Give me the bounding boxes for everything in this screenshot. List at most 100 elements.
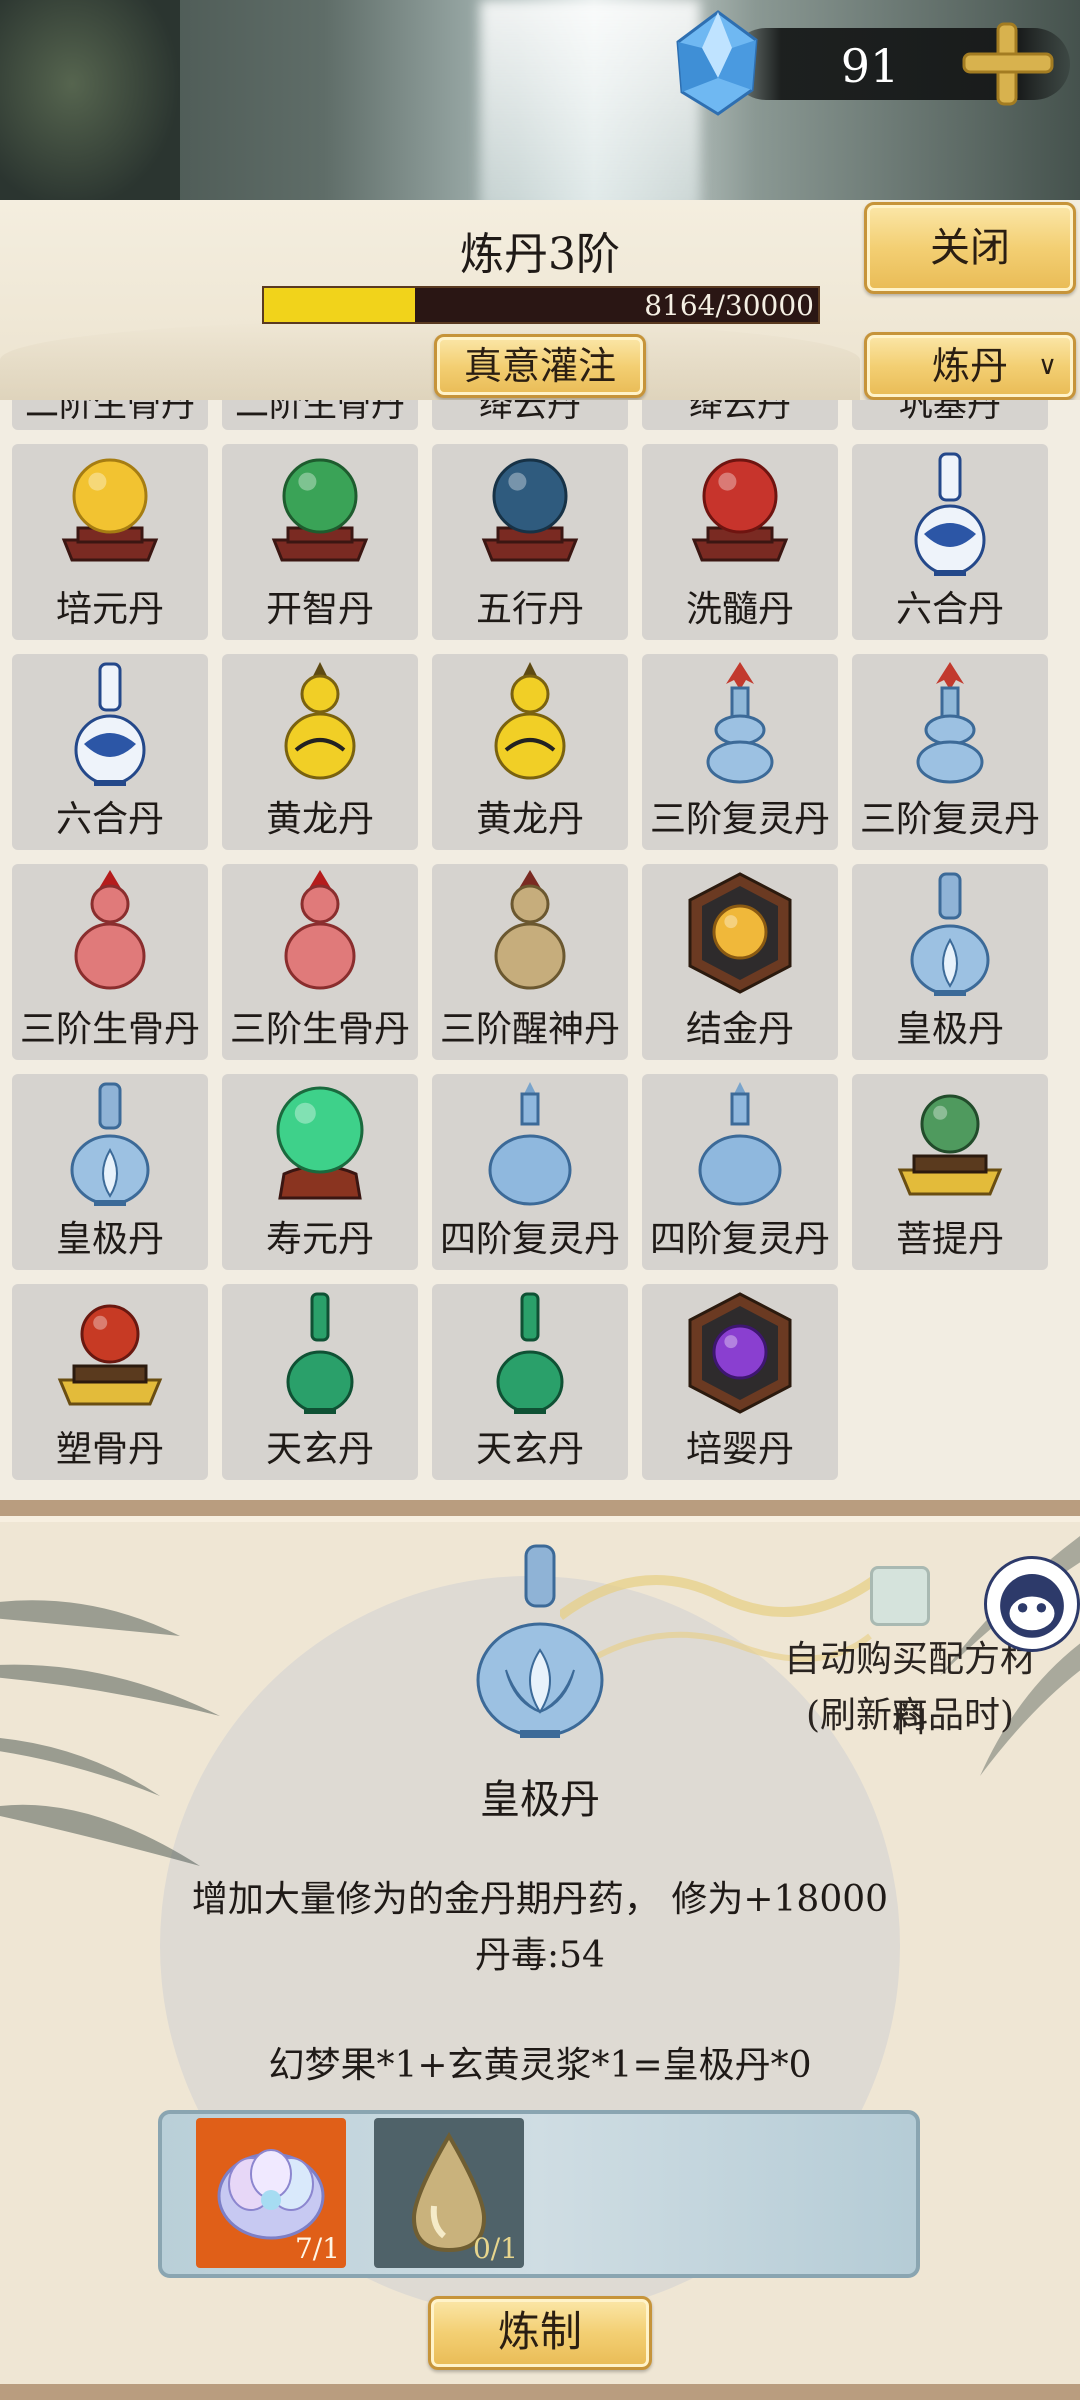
cliff-decoration <box>0 0 180 210</box>
item-label: 绛云丹 <box>479 400 581 425</box>
pill-item-cell[interactable]: 五行丹 <box>432 444 628 640</box>
tan-gourd-icon <box>494 870 566 990</box>
auto-buy-checkbox[interactable] <box>870 1566 930 1626</box>
item-label: 巩基丹 <box>899 400 1001 425</box>
close-button[interactable]: 关闭 <box>864 202 1076 294</box>
waterfall-decoration <box>480 0 700 210</box>
green-vase-icon <box>496 1292 564 1414</box>
pill-item-cell[interactable]: 菩提丹 <box>852 1074 1048 1270</box>
item-label: 三阶生骨丹 <box>19 1009 200 1050</box>
partial-item-cell[interactable]: 巩基丹 <box>852 400 1048 430</box>
partial-item-cell[interactable]: 二阶生骨丹 <box>12 400 208 430</box>
blue-crystal-icon <box>676 10 758 116</box>
pill-item-cell[interactable]: 开智丹 <box>222 444 418 640</box>
plus-icon[interactable] <box>958 18 1058 108</box>
pill-item-cell[interactable]: 天玄丹 <box>432 1284 628 1480</box>
item-label: 菩提丹 <box>895 1219 1004 1260</box>
item-label: 四阶复灵丹 <box>439 1219 620 1260</box>
pink-gourd-icon <box>284 870 356 990</box>
item-label: 寿元丹 <box>265 1219 374 1260</box>
lotus-vase-icon <box>70 1082 150 1206</box>
mode-select[interactable]: 炼丹 ∨ <box>864 332 1076 400</box>
item-label: 绛云丹 <box>689 400 791 425</box>
jade-orb-on-stand-icon <box>276 1086 364 1200</box>
progress-fill <box>264 288 415 322</box>
item-label: 塑骨丹 <box>55 1429 164 1470</box>
pill-item-cell[interactable]: 天玄丹 <box>222 1284 418 1480</box>
detail-description: 增加大量修为的金丹期丹药， 修为+18000 <box>191 1879 889 1920</box>
craft-button[interactable]: 炼制 <box>428 2296 652 2370</box>
partial-item-cell[interactable]: 绛云丹 <box>432 400 628 430</box>
green-pill-on-gold-stand-icon <box>897 1094 1003 1196</box>
chevron-down-icon: ∨ <box>1037 351 1057 381</box>
item-label: 黄龙丹 <box>265 799 374 840</box>
item-label: 培元丹 <box>55 589 164 630</box>
purple-pill-box-icon <box>688 1292 792 1414</box>
detail-name: 皇极丹 <box>480 1777 600 1823</box>
material-slot[interactable]: 7/1 <box>196 2118 346 2268</box>
yellow-gourd-icon <box>494 662 566 780</box>
item-label: 黄龙丹 <box>475 799 584 840</box>
mode-select-value: 炼丹 <box>931 344 1008 388</box>
pill-item-cell[interactable]: 黄龙丹 <box>222 654 418 850</box>
blue-pill-on-stand-icon <box>481 458 579 562</box>
red-pill-on-gold-stand-icon <box>57 1304 163 1406</box>
pink-gourd-icon <box>74 870 146 990</box>
pill-item-cell[interactable]: 培元丹 <box>12 444 208 640</box>
pill-item-cell[interactable]: 皇极丹 <box>12 1074 208 1270</box>
mascot-avatar-icon[interactable] <box>984 1556 1080 1652</box>
bottom-border <box>0 2384 1080 2400</box>
pill-item-cell[interactable]: 洗髓丹 <box>642 444 838 640</box>
item-label: 培婴丹 <box>685 1429 794 1470</box>
alchemy-progress-bar: 8164/30000 <box>262 286 820 324</box>
green-vase-icon <box>286 1292 354 1414</box>
item-label: 三阶生骨丹 <box>229 1009 410 1050</box>
partial-item-cell[interactable]: 二阶生骨丹 <box>222 400 418 430</box>
pill-item-cell[interactable]: 黄龙丹 <box>432 654 628 850</box>
pill-item-cell[interactable]: 三阶醒神丹 <box>432 864 628 1060</box>
pill-item-cell[interactable]: 寿元丹 <box>222 1074 418 1270</box>
blue-vase-with-flower-icon <box>706 662 774 784</box>
green-pill-on-stand-icon <box>271 458 369 562</box>
item-label: 洗髓丹 <box>685 589 794 630</box>
infuse-button[interactable]: 真意灌注 <box>434 334 646 398</box>
item-label: 天玄丹 <box>475 1429 584 1470</box>
pill-item-cell[interactable]: 三阶生骨丹 <box>222 864 418 1060</box>
partial-row: 二阶生骨丹 二阶生骨丹 绛云丹 绛云丹 巩基丹 <box>0 400 1080 430</box>
alchemy-rank-title: 炼丹3阶 <box>460 229 620 280</box>
auto-buy-sublabel: (刷新商品时) <box>805 1695 1015 1736</box>
pill-item-cell[interactable]: 三阶复灵丹 <box>852 654 1048 850</box>
item-label: 二阶生骨丹 <box>235 400 405 425</box>
item-label: 四阶复灵丹 <box>649 1219 830 1260</box>
currency-amount: 91 <box>840 39 900 93</box>
lotus-vase-icon <box>910 872 990 996</box>
blue-white-vase-icon <box>74 662 146 786</box>
pill-item-cell[interactable]: 四阶复灵丹 <box>432 1074 628 1270</box>
pill-item-cell[interactable]: 三阶生骨丹 <box>12 864 208 1060</box>
item-label: 皇极丹 <box>895 1009 1004 1050</box>
item-label: 天玄丹 <box>265 1429 374 1470</box>
pill-item-cell[interactable]: 结金丹 <box>642 864 838 1060</box>
pill-grid: 二阶生骨丹 二阶生骨丹 绛云丹 绛云丹 巩基丹 培元丹 开智丹 五行丹 洗髓丹 六合丹 六合丹 黄龙… <box>0 400 1080 1500</box>
pill-item-cell[interactable]: 塑骨丹 <box>12 1284 208 1480</box>
gold-pill-box-icon <box>688 872 792 994</box>
pill-item-cell[interactable]: 皇极丹 <box>852 864 1048 1060</box>
pill-item-cell[interactable]: 六合丹 <box>12 654 208 850</box>
item-label: 三阶醒神丹 <box>439 1009 620 1050</box>
pill-item-cell[interactable]: 四阶复灵丹 <box>642 1074 838 1270</box>
mountain-decoration <box>0 320 860 400</box>
pill-item-cell[interactable]: 三阶复灵丹 <box>642 654 838 850</box>
blue-vase-with-flower-icon <box>916 662 984 784</box>
light-blue-bottle-icon <box>698 1082 782 1206</box>
pill-item-cell[interactable]: 培婴丹 <box>642 1284 838 1480</box>
item-label: 皇极丹 <box>55 1219 164 1260</box>
blue-white-vase-icon <box>914 452 986 576</box>
item-label: 开智丹 <box>265 589 374 630</box>
pill-item-cell[interactable]: 六合丹 <box>852 444 1048 640</box>
material-slot[interactable]: 0/1 <box>374 2118 524 2268</box>
item-label: 五行丹 <box>475 589 584 630</box>
bamboo-decoration <box>0 1600 220 1866</box>
yellow-gourd-icon <box>284 662 356 780</box>
item-label: 六合丹 <box>895 589 1004 630</box>
partial-item-cell[interactable]: 绛云丹 <box>642 400 838 430</box>
